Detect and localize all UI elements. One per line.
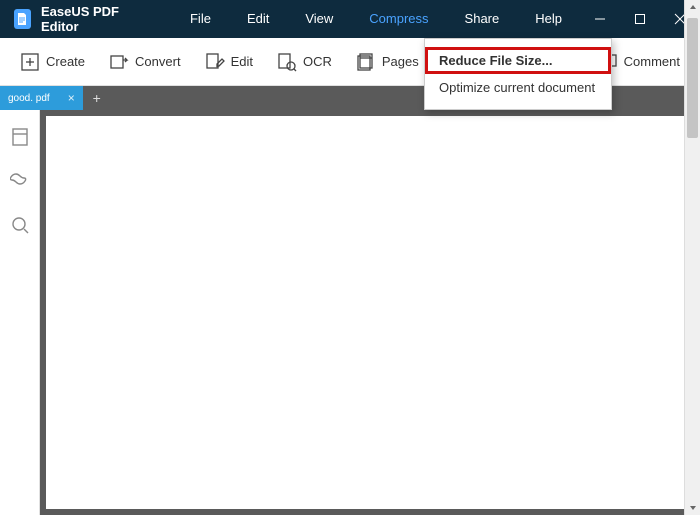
window-controls [580,0,700,38]
menu-share[interactable]: Share [447,0,518,38]
convert-icon [109,52,129,72]
bookmarks-button[interactable] [9,170,31,192]
pages-button[interactable]: Pages [344,44,431,80]
edit-label: Edit [231,54,253,69]
menu-compress[interactable]: Compress [351,0,446,38]
title-bar: EaseUS PDF Editor File Edit View Compres… [0,0,700,38]
edit-button[interactable]: Edit [193,44,265,80]
menu-help[interactable]: Help [517,0,580,38]
file-tab-label: good. pdf [8,93,50,104]
main-menu: File Edit View Compress Share Help [172,0,580,38]
pdf-page [46,116,694,509]
create-label: Create [46,54,85,69]
create-button[interactable]: Create [8,44,97,80]
app-title: EaseUS PDF Editor [41,4,142,34]
new-tab-button[interactable]: + [83,86,111,110]
left-panel [0,110,40,515]
search-button[interactable] [9,214,31,236]
ocr-button[interactable]: OCR [265,44,344,80]
document-viewport[interactable] [40,110,700,515]
content-area [0,110,700,515]
app-logo-icon [14,9,31,29]
scroll-down-arrow-icon[interactable] [685,499,700,515]
vertical-scrollbar[interactable] [684,0,700,515]
file-tab[interactable]: good. pdf × [0,86,83,110]
comment-label: Comment [624,54,680,69]
menu-view[interactable]: View [287,0,351,38]
close-tab-icon[interactable]: × [68,91,75,105]
scroll-up-arrow-icon[interactable] [685,0,700,16]
menu-file[interactable]: File [172,0,229,38]
compress-dropdown: Reduce File Size... Optimize current doc… [424,38,612,110]
pages-label: Pages [382,54,419,69]
convert-label: Convert [135,54,181,69]
convert-button[interactable]: Convert [97,44,193,80]
thumbnails-button[interactable] [9,126,31,148]
ocr-icon [277,52,297,72]
menu-edit[interactable]: Edit [229,0,287,38]
optimize-document-item[interactable]: Optimize current document [425,74,611,101]
scroll-thumb[interactable] [687,18,698,138]
reduce-file-size-item[interactable]: Reduce File Size... [425,47,611,74]
minimize-button[interactable] [580,0,620,38]
pencil-icon [205,52,225,72]
ocr-label: OCR [303,54,332,69]
pages-icon [356,52,376,72]
plus-square-icon [20,52,40,72]
maximize-button[interactable] [620,0,660,38]
